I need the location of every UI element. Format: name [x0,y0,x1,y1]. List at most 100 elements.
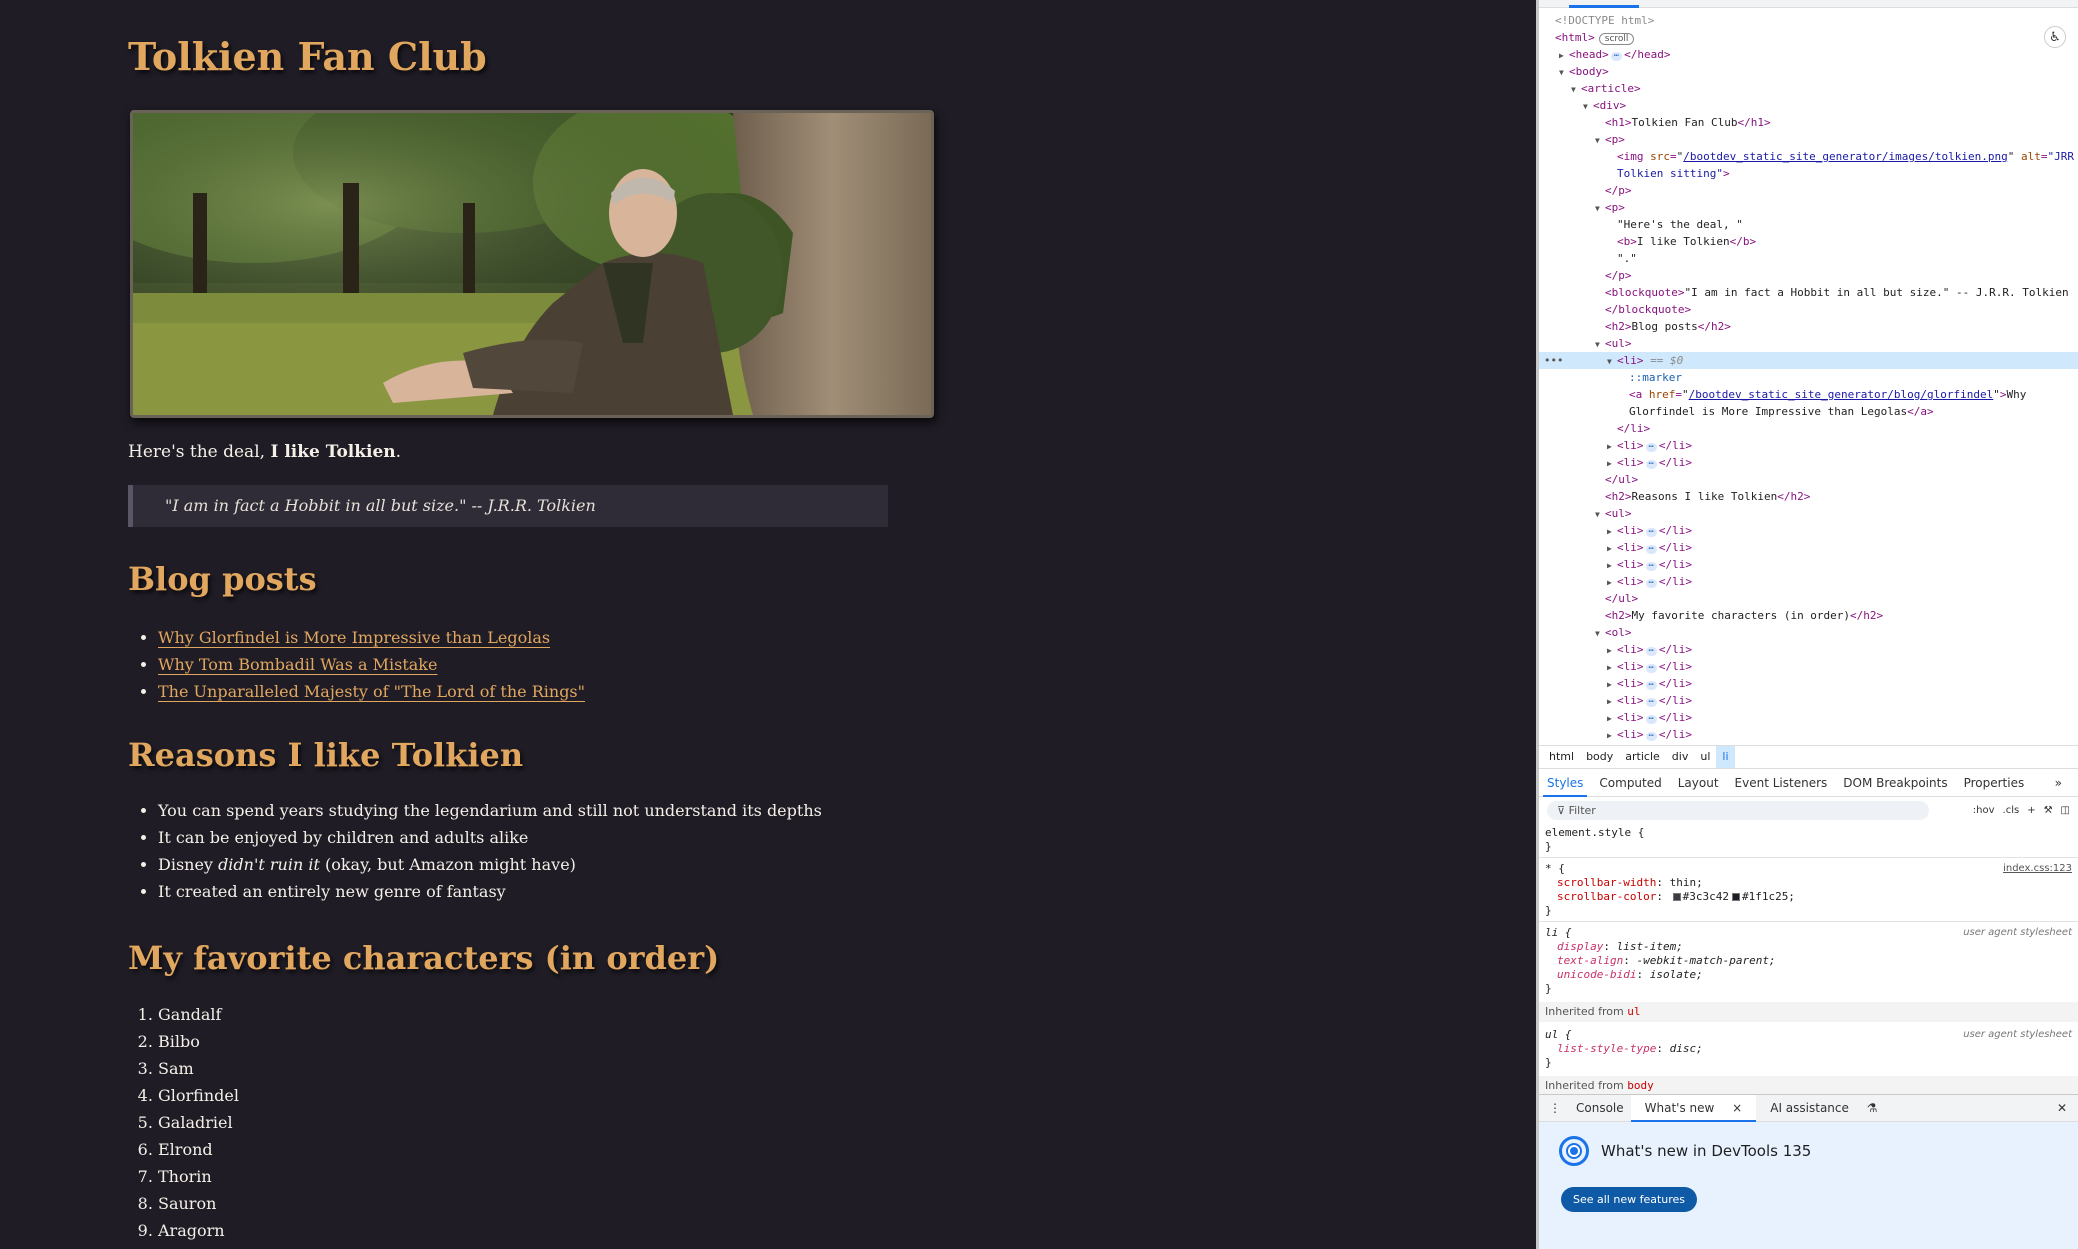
breadcrumb-div[interactable]: div [1666,746,1695,768]
tree-line-li[interactable]: ▶ <li> ⋯ </li> [1539,437,2078,454]
expand-icon[interactable]: ▶ [1607,574,1617,591]
ellipsis-icon[interactable]: ⋯ [1645,647,1657,656]
tree-line-html[interactable]: <html> scroll [1539,29,2078,46]
expand-icon[interactable]: ▶ [1607,693,1617,710]
tree-line-text[interactable]: "Here's the deal, " [1539,216,2078,233]
drawer-menu-icon[interactable]: ⋮ [1539,1095,1569,1121]
tree-line-blockquote-close[interactable]: </blockquote> [1539,301,2078,318]
tree-line-div[interactable]: ▼ <div> [1539,97,2078,114]
add-rule-icon[interactable]: + [2027,805,2035,816]
elements-tree[interactable]: <!DOCTYPE html> <html> scroll ▶ <head> ⋯ </h… [1539,10,2078,745]
tree-line-period[interactable]: "." [1539,250,2078,267]
collapse-icon[interactable]: ▼ [1607,353,1617,370]
inherited-tag[interactable]: ul [1627,1005,1640,1018]
expand-icon[interactable]: ▶ [1559,47,1569,64]
img-src-link[interactable]: /bootdev_static_site_generator/images/to… [1683,150,2008,163]
tab-event-listeners[interactable]: Event Listeners [1727,771,1836,796]
rule-declaration[interactable]: scrollbar-width: thin; [1545,876,2072,890]
blog-link-majesty[interactable]: The Unparalleled Majesty of "The Lord of… [158,682,585,701]
tree-line-p2[interactable]: ▼ <p> [1539,199,2078,216]
expand-icon[interactable]: ▶ [1607,710,1617,727]
tab-layout[interactable]: Layout [1670,771,1727,796]
tree-line-h2-reasons[interactable]: <h2>Reasons I like Tolkien</h2> [1539,488,2078,505]
rule-declaration[interactable]: display: list-item; [1545,940,2072,954]
expand-icon[interactable]: ▶ [1607,438,1617,455]
hov-button[interactable]: :hov [1973,805,1995,816]
inherited-tag[interactable]: body [1627,1079,1654,1092]
tree-line-li-close[interactable]: </li> [1539,420,2078,437]
tab-ai-assistance[interactable]: AI assistance ⚗ [1756,1095,1891,1121]
rule-declaration[interactable]: scrollbar-color: #3c3c42 #1f1c25; [1545,890,2072,904]
tree-line-h1[interactable]: <h1>Tolkien Fan Club</h1> [1539,114,2078,131]
breadcrumb-ul[interactable]: ul [1694,746,1716,768]
expand-icon[interactable]: ▶ [1607,642,1617,659]
tree-line-doctype[interactable]: <!DOCTYPE html> [1539,12,2078,29]
ellipsis-icon[interactable]: ⋯ [1645,460,1657,469]
collapse-icon[interactable]: ▼ [1559,64,1569,81]
tree-line-article[interactable]: ▼ <article> [1539,80,2078,97]
rule-selector[interactable]: ul {user agent stylesheet [1545,1028,2072,1042]
tree-line-p[interactable]: ▼ <p> [1539,131,2078,148]
collapse-icon[interactable]: ▼ [1595,506,1605,523]
tab-console[interactable]: Console [1569,1095,1631,1121]
ellipsis-icon[interactable]: ⋯ [1645,545,1657,554]
color-swatch[interactable] [1731,893,1740,901]
tree-line-marker[interactable]: ::marker [1539,369,2078,386]
blog-link-bombadil[interactable]: Why Tom Bombadil Was a Mistake [158,655,437,674]
tab-whats-new[interactable]: What's new × [1630,1095,1757,1122]
collapse-icon[interactable]: ▼ [1595,132,1605,149]
collapse-icon[interactable]: ▼ [1595,336,1605,353]
tree-line-h2-blog[interactable]: <h2>Blog posts</h2> [1539,318,2078,335]
ellipsis-icon[interactable]: ⋯ [1645,732,1657,741]
ellipsis-icon[interactable]: ⋯ [1645,681,1657,690]
tree-line-p2-close[interactable]: </p> [1539,267,2078,284]
tree-line-li[interactable]: ▶ <li> ⋯ </li> [1539,522,2078,539]
filter-input[interactable]: ⊽ Filter [1547,801,1929,820]
ellipsis-icon[interactable]: ⋯ [1645,443,1657,452]
breadcrumb-li[interactable]: li [1716,746,1735,768]
toggle-sidebar-icon[interactable]: ◫ [2061,805,2070,816]
rule-declaration[interactable]: unicode-bidi: isolate; [1545,968,2072,982]
expand-icon[interactable]: ▶ [1607,659,1617,676]
tree-line-li[interactable]: ▶ <li> ⋯ </li> [1539,556,2078,573]
ellipsis-icon[interactable]: ⋯ [1645,664,1657,673]
tree-line-ol[interactable]: ▼ <ol> [1539,624,2078,641]
see-all-features-button[interactable]: See all new features [1561,1187,1698,1212]
tree-line-li-selected[interactable]: ••• ▼ <li> == $0 [1539,352,2078,369]
paint-icon[interactable]: ⚒ [2044,805,2053,816]
collapse-icon[interactable]: ▼ [1595,200,1605,217]
more-tabs-icon[interactable]: » [2047,771,2070,796]
rule-declaration[interactable]: text-align: -webkit-match-parent; [1545,954,2072,968]
tree-line-a-cont[interactable]: Glorfindel is More Impressive than Legol… [1539,403,2078,420]
expand-icon[interactable]: ▶ [1607,557,1617,574]
ellipsis-icon[interactable]: ⋯ [1645,579,1657,588]
tree-line-body[interactable]: ▼ <body> [1539,63,2078,80]
rule-declaration[interactable]: list-style-type: disc; [1545,1042,2072,1056]
tree-line-h2-chars[interactable]: <h2>My favorite characters (in order)</h… [1539,607,2078,624]
close-tab-icon[interactable]: × [1725,1095,1749,1121]
ellipsis-icon[interactable]: ⋯ [1645,528,1657,537]
tree-line-blockquote[interactable]: <blockquote>"I am in fact a Hobbit in al… [1539,284,2078,301]
tree-line-img[interactable]: <img src="/bootdev_static_site_generator… [1539,148,2078,165]
ellipsis-icon[interactable]: ⋯ [1645,715,1657,724]
tree-line-li[interactable]: ▶ <li> ⋯ </li> [1539,709,2078,726]
rule-selector[interactable]: element.style { [1545,826,2072,840]
row-menu-icon[interactable]: ••• [1544,352,1563,369]
tree-line-li[interactable]: ▶ <li> ⋯ </li> [1539,675,2078,692]
collapse-icon[interactable]: ▼ [1571,81,1581,98]
expand-icon[interactable]: ▶ [1607,455,1617,472]
color-swatch[interactable] [1672,893,1681,901]
tree-line-head[interactable]: ▶ <head> ⋯ </head> [1539,46,2078,63]
breadcrumb-html[interactable]: html [1543,746,1580,768]
ellipsis-icon[interactable]: ⋯ [1610,52,1623,61]
breadcrumb-article[interactable]: article [1619,746,1666,768]
expand-icon[interactable]: ▶ [1607,523,1617,540]
collapse-icon[interactable]: ▼ [1595,625,1605,642]
tree-line-ul[interactable]: ▼ <ul> [1539,335,2078,352]
scroll-badge[interactable]: scroll [1598,33,1635,45]
tree-line-a[interactable]: <a href="/bootdev_static_site_generator/… [1539,386,2078,403]
tree-line-li[interactable]: ▶ <li> ⋯ </li> [1539,641,2078,658]
collapse-icon[interactable]: ▼ [1583,98,1593,115]
tree-line-li[interactable]: ▶ <li> ⋯ </li> [1539,454,2078,471]
source-link[interactable]: index.css:123 [2003,862,2072,876]
